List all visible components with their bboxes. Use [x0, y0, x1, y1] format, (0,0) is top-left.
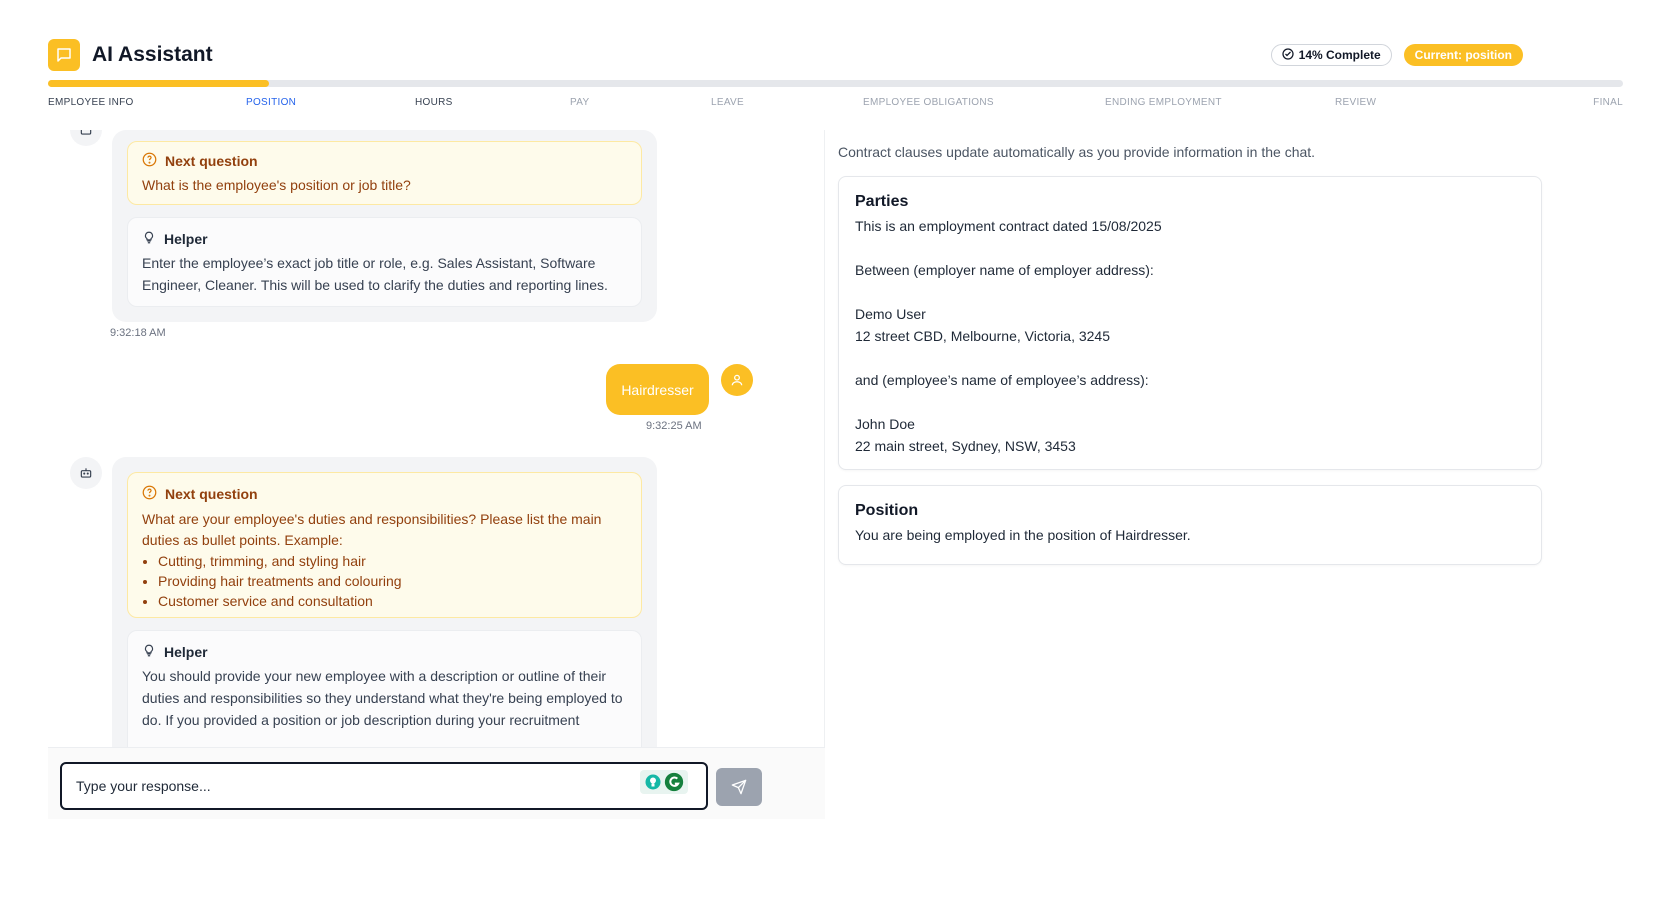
chat-messages[interactable]: Next question What is the employee's pos…: [48, 130, 825, 773]
lightbulb-icon: [142, 643, 156, 661]
helper-heading: Helper: [164, 644, 208, 660]
question-heading: Next question: [165, 153, 258, 169]
helper-card: Helper Enter the employee’s exact job ti…: [127, 217, 642, 307]
bulb-extension-icon: [645, 774, 661, 790]
response-input[interactable]: [60, 762, 708, 810]
step-review[interactable]: REVIEW: [1335, 97, 1376, 108]
contract-panel: Contract clauses update automatically as…: [838, 130, 1623, 874]
step-position[interactable]: POSITION: [246, 97, 296, 108]
bot-icon: [70, 457, 102, 489]
current-step-badge: Current: position: [1403, 44, 1523, 66]
clause-line: This is an employment contract dated 15/…: [855, 218, 1162, 234]
step-final[interactable]: FINAL: [1593, 97, 1623, 108]
completion-text: 14% Complete: [1298, 48, 1381, 62]
lightbulb-icon: [142, 230, 156, 248]
clause-line: 12 street CBD, Melbourne, Victoria, 3245: [855, 328, 1110, 344]
step-ending-employment[interactable]: ENDING EMPLOYMENT: [1105, 97, 1222, 108]
step-pay[interactable]: PAY: [570, 97, 589, 108]
chat-bubble-icon: [48, 39, 80, 71]
clause-line: [855, 281, 1525, 303]
clause-title: Parties: [855, 193, 909, 210]
step-hours[interactable]: HOURS: [415, 97, 453, 108]
question-circle-icon: [142, 485, 157, 503]
question-text: What is the employee's position or job t…: [142, 177, 411, 193]
clause-title: Position: [855, 502, 919, 519]
question-text: What are your employee's duties and resp…: [142, 511, 602, 548]
step-employee-obligations[interactable]: EMPLOYEE OBLIGATIONS: [863, 97, 994, 108]
bot-icon: [70, 130, 102, 146]
progress-fill: [48, 80, 269, 87]
app-header: AI Assistant 14% Complete Current: posit…: [48, 38, 1523, 72]
clause-line: [855, 391, 1525, 413]
step-navigation: EMPLOYEE INFO POSITION HOURS PAY LEAVE E…: [48, 97, 1623, 111]
step-leave[interactable]: LEAVE: [711, 97, 744, 108]
user-icon: [721, 364, 753, 396]
clause-line: You are being employed in the position o…: [855, 527, 1191, 543]
input-bar: [48, 747, 825, 874]
check-circle-icon: [1282, 47, 1294, 63]
clause-line: John Doe: [855, 416, 915, 432]
next-question-card: Next question What are your employee's d…: [127, 472, 642, 618]
helper-text: Enter the employee’s exact job title or …: [142, 255, 608, 293]
send-icon: [731, 779, 747, 795]
contract-note: Contract clauses update automatically as…: [838, 144, 1316, 160]
progress-bar: [48, 80, 1623, 87]
grammarly-icon: [664, 772, 684, 792]
clause-line: and (employee’s name of employee’s addre…: [855, 372, 1149, 388]
clause-parties: Parties This is an employment contract d…: [838, 176, 1542, 470]
list-item: Providing hair treatments and colouring: [158, 571, 627, 591]
step-employee-info[interactable]: EMPLOYEE INFO: [48, 97, 134, 108]
message-timestamp: 9:32:18 AM: [110, 327, 166, 339]
send-button[interactable]: [716, 768, 762, 806]
helper-text: You should provide your new employee wit…: [142, 668, 623, 728]
example-list: Cutting, trimming, and styling hair Prov…: [142, 551, 627, 611]
list-item: Cutting, trimming, and styling hair: [158, 551, 627, 571]
bot-message: Next question What is the employee's pos…: [112, 130, 657, 322]
user-message: Hairdresser: [606, 364, 709, 415]
clause-line: [855, 237, 1525, 259]
app-title: AI Assistant: [92, 43, 213, 66]
clause-line: Between (employer name of employer addre…: [855, 262, 1154, 278]
chat-panel: Next question What is the employee's pos…: [48, 130, 825, 874]
list-item: Customer service and consultation: [158, 591, 627, 611]
clause-line: Demo User: [855, 306, 926, 322]
bot-message: Next question What are your employee's d…: [112, 457, 657, 773]
clause-line: 22 main street, Sydney, NSW, 3453: [855, 438, 1076, 454]
question-heading: Next question: [165, 486, 258, 502]
clause-line: [855, 347, 1525, 369]
next-question-card: Next question What is the employee's pos…: [127, 141, 642, 205]
writing-assistant-icons[interactable]: [640, 770, 688, 794]
completion-badge: 14% Complete: [1270, 44, 1392, 66]
clause-position: Position You are being employed in the p…: [838, 485, 1542, 565]
question-circle-icon: [142, 152, 157, 170]
message-timestamp: 9:32:25 AM: [646, 420, 702, 432]
helper-heading: Helper: [164, 231, 208, 247]
